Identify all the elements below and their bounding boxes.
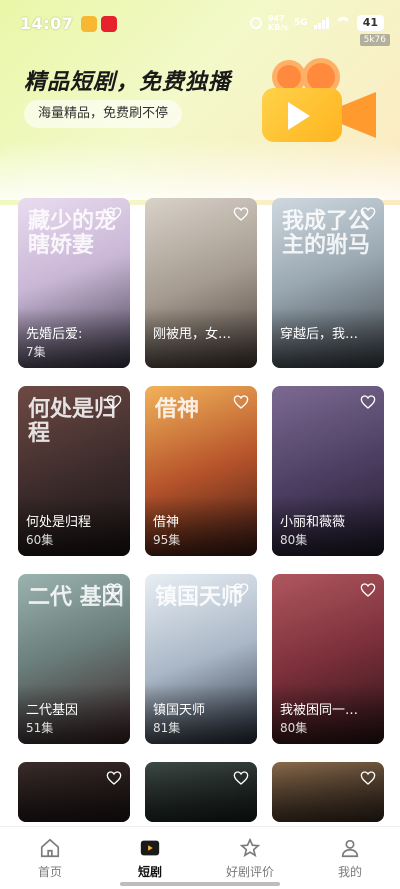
- home-indicator: [120, 882, 280, 886]
- poster-art-text: 借神: [155, 397, 200, 422]
- status-indicators: 947 KB/s 5G 41: [250, 14, 384, 32]
- tab-profile-label: 我的: [337, 865, 362, 879]
- tab-home[interactable]: 首页: [0, 827, 100, 889]
- drama-title: 借神: [153, 515, 180, 530]
- favorite-heart-icon[interactable]: [233, 394, 249, 410]
- favorite-heart-icon[interactable]: [106, 770, 122, 786]
- alarm-icon: [250, 17, 263, 29]
- favorite-heart-icon[interactable]: [360, 394, 376, 410]
- drama-card[interactable]: 我被困同一… 80集: [272, 574, 384, 744]
- drama-card[interactable]: 刚被甩，女…: [145, 198, 257, 368]
- net-speed-value: 947: [268, 14, 285, 23]
- header-fade: [0, 140, 400, 200]
- favorite-heart-icon[interactable]: [106, 582, 122, 598]
- tab-reviews[interactable]: 好剧评价: [200, 827, 300, 889]
- drama-card[interactable]: 藏少的宠瞎娇妻 先婚后爱: 7集: [18, 198, 130, 368]
- drama-card[interactable]: 镇国天师 镇国天师 81集: [145, 574, 257, 744]
- tab-reviews-label: 好剧评价: [225, 865, 274, 879]
- drama-grid: 藏少的宠瞎娇妻 先婚后爱: 7集 刚被甩，女… 我成了公主的驸马 穿越后，我… 何处是归程何…: [18, 198, 384, 822]
- drama-card[interactable]: [18, 762, 130, 822]
- favorite-heart-icon[interactable]: [360, 206, 376, 222]
- episode-count: 80集: [280, 533, 308, 547]
- status-bar: 14:07 947 KB/s 5G 41: [0, 0, 400, 46]
- drama-title: 我被困同一…: [280, 703, 359, 718]
- episode-count: 81集: [153, 721, 181, 735]
- net-speed-unit: KB/s: [268, 23, 289, 32]
- favorite-heart-icon[interactable]: [106, 206, 122, 222]
- episode-count: 80集: [280, 721, 308, 735]
- film-camera-icon: [258, 58, 378, 148]
- battery-icon: 41: [356, 15, 384, 31]
- drama-card[interactable]: 二代 基因 二代基因 51集: [18, 574, 130, 744]
- drama-title: 先婚后爱:: [26, 327, 83, 342]
- net-speed: 947 KB/s: [268, 14, 288, 32]
- episode-count: 51集: [26, 721, 54, 735]
- episode-count: 7集: [26, 345, 46, 359]
- tab-bar: 首页 短剧 好剧评价 我的: [0, 826, 400, 889]
- speed-tag: 5k76: [359, 34, 390, 46]
- poster-art-text: 镇国天师: [155, 585, 244, 610]
- favorite-heart-icon[interactable]: [106, 394, 122, 410]
- favorite-heart-icon[interactable]: [360, 582, 376, 598]
- drama-card[interactable]: [272, 762, 384, 822]
- favorite-heart-icon[interactable]: [233, 582, 249, 598]
- tab-dramas[interactable]: 短剧: [100, 827, 200, 889]
- app-notification-icon: [81, 16, 98, 32]
- home-icon: [40, 838, 60, 858]
- drama-title: 何处是归程: [26, 515, 92, 530]
- drama-card[interactable]: 何处是归程 何处是归程 60集: [18, 386, 130, 556]
- wifi-icon: [334, 17, 351, 29]
- favorite-heart-icon[interactable]: [233, 206, 249, 222]
- tab-dramas-label: 短剧: [137, 865, 162, 879]
- drama-card[interactable]: 借神 借神 95集: [145, 386, 257, 556]
- episode-count: 95集: [153, 533, 181, 547]
- favorite-heart-icon[interactable]: [233, 770, 249, 786]
- network-type: 5G: [294, 18, 308, 28]
- drama-title: 二代基因: [26, 703, 79, 718]
- hero-title: 精品短剧，免费独播: [24, 70, 232, 95]
- star-icon: [239, 837, 261, 858]
- favorite-heart-icon[interactable]: [360, 770, 376, 786]
- tab-profile[interactable]: 我的: [300, 827, 400, 889]
- drama-title: 刚被甩，女…: [153, 327, 232, 342]
- episode-count: 60集: [26, 533, 54, 547]
- status-time: 14:07: [20, 14, 74, 33]
- user-icon: [341, 839, 359, 858]
- drama-card[interactable]: [145, 762, 257, 822]
- app-notification-icon: [101, 16, 118, 32]
- tab-home-label: 首页: [37, 865, 62, 879]
- hero-subtitle: 海量精品，免费刷不停: [24, 100, 183, 128]
- drama-title: 镇国天师: [153, 703, 206, 718]
- drama-card[interactable]: 我成了公主的驸马 穿越后，我…: [272, 198, 384, 368]
- drama-title: 穿越后，我…: [280, 327, 359, 342]
- film-icon: [140, 840, 160, 856]
- signal-icon: [313, 17, 329, 29]
- drama-card[interactable]: 小丽和薇薇 80集: [272, 386, 384, 556]
- drama-title: 小丽和薇薇: [280, 515, 346, 530]
